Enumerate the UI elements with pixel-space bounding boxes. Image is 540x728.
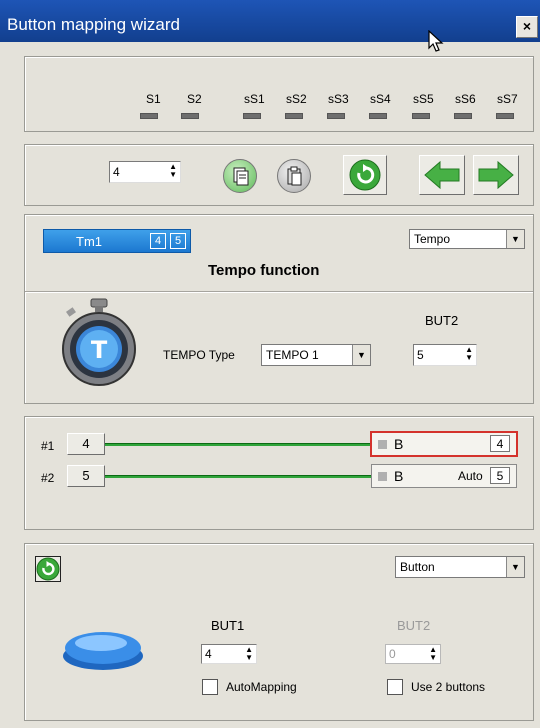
tempo-type-label: TEMPO Type — [163, 348, 235, 362]
status-label-ss3: sS3 — [328, 92, 349, 106]
mapping-row-2-label: #2 — [41, 471, 55, 485]
section-divider — [25, 291, 533, 293]
mode-select[interactable]: Tempo ▼ — [409, 229, 525, 249]
mapping-row-2-button[interactable]: 5 — [67, 465, 105, 487]
tempo-type-select[interactable]: TEMPO 1 ▼ — [261, 344, 371, 366]
arrow-left-icon — [424, 160, 460, 190]
dropdown-arrow-icon: ▼ — [506, 230, 524, 248]
refresh-icon — [36, 557, 60, 581]
mapping-row-1-line — [105, 443, 371, 446]
button-panel: Button ▼ BUT1 4 ▲ ▼ AutoMapping BUT2 0 ▲ ▼… — [24, 543, 534, 721]
status-led-ss5 — [412, 113, 430, 119]
title-bar: Button mapping wizard × — [0, 0, 540, 42]
mapping-row-2-line — [105, 475, 371, 478]
type-select[interactable]: Button ▼ — [395, 556, 525, 578]
status-label-ss6: sS6 — [455, 92, 476, 106]
but2-label: BUT2 — [425, 313, 459, 328]
preset-value: 4 — [113, 165, 120, 179]
but2-disabled-spinner[interactable]: 0 ▲ ▼ — [385, 644, 441, 664]
mapping-row-1-target-label: B — [394, 436, 404, 452]
status-label-s2: S2 — [187, 92, 202, 106]
tempo-type-value: TEMPO 1 — [266, 348, 319, 362]
window-title: Button mapping wizard — [7, 15, 180, 34]
type-select-value: Button — [400, 560, 435, 574]
spinner-arrows-icon: ▲ ▼ — [465, 345, 473, 362]
dropdown-arrow-icon: ▼ — [352, 345, 370, 365]
status-led-ss4 — [369, 113, 387, 119]
next-button[interactable] — [473, 155, 519, 195]
but2-disabled-value: 0 — [389, 647, 396, 661]
close-button[interactable]: × — [516, 16, 538, 38]
copy-icon — [233, 167, 249, 186]
mapping-row-2-target-label: B — [394, 468, 404, 484]
toolbar-panel: 4 ▲ ▼ — [24, 144, 534, 206]
mapping-panel: #1 4 B 4 #2 5 B Auto 5 — [24, 416, 534, 530]
status-led-ss1 — [243, 113, 261, 119]
but2-value: 5 — [417, 348, 424, 362]
status-led-ss6 — [454, 113, 472, 119]
spinner-arrows-icon: ▲ ▼ — [169, 162, 177, 179]
mode-select-value: Tempo — [414, 232, 451, 246]
function-heading: Tempo function — [208, 262, 320, 279]
spinner-arrows-icon: ▲ ▼ — [245, 645, 253, 662]
spinner-arrows-icon: ▲ ▼ — [429, 645, 437, 662]
refresh-icon — [349, 159, 381, 191]
preset-spinner[interactable]: 4 ▲ ▼ — [109, 161, 181, 183]
previous-button[interactable] — [419, 155, 465, 195]
status-label-s1: S1 — [146, 92, 161, 106]
automapping-label: AutoMapping — [226, 680, 297, 694]
mapping-row-1-button[interactable]: 4 — [67, 433, 105, 455]
mapping-row-2-target[interactable]: B Auto 5 — [371, 464, 517, 488]
status-panel: S1 S2 sS1 sS2 sS3 sS4 sS5 sS6 sS7 — [24, 56, 534, 132]
copy-button[interactable] — [223, 159, 257, 193]
status-label-ss5: sS5 — [413, 92, 434, 106]
but2-spinner[interactable]: 5 ▲ ▼ — [413, 344, 477, 366]
status-led-ss7 — [496, 113, 514, 119]
mapping-row-1-value: 4 — [490, 435, 510, 452]
automapping-checkbox[interactable] — [202, 679, 218, 695]
status-label-ss1: sS1 — [244, 92, 265, 106]
use-2-buttons-label: Use 2 buttons — [411, 680, 486, 694]
status-led-ss3 — [327, 113, 345, 119]
mapping-row-2-value: 5 — [490, 467, 510, 484]
tab-label: Tm1 — [76, 234, 102, 249]
status-label-ss4: sS4 — [370, 92, 391, 106]
mouse-cursor-icon — [428, 30, 444, 52]
tab-badge-2: 5 — [170, 233, 186, 249]
square-icon — [378, 472, 387, 481]
status-led-s2 — [181, 113, 199, 119]
status-led-ss2 — [285, 113, 303, 119]
but1-label: BUT1 — [211, 618, 245, 633]
push-button-icon — [63, 632, 143, 670]
mapping-row-2-auto: Auto — [458, 469, 483, 483]
reset-button[interactable] — [35, 556, 61, 582]
svg-text:T: T — [91, 336, 108, 364]
status-led-s1 — [140, 113, 158, 119]
function-panel: Tm1 4 5 Tempo ▼ Tempo function T TEMPO T… — [24, 214, 534, 404]
status-label-ss7: sS7 — [497, 92, 518, 106]
but1-value: 4 — [205, 647, 212, 661]
arrow-right-icon — [478, 160, 514, 190]
stopwatch-icon: T — [62, 298, 136, 386]
status-label-ss2: sS2 — [286, 92, 307, 106]
mapping-row-1-label: #1 — [41, 439, 55, 453]
paste-button[interactable] — [277, 159, 311, 193]
square-icon — [378, 440, 387, 449]
use-2-buttons-checkbox[interactable] — [387, 679, 403, 695]
but1-spinner[interactable]: 4 ▲ ▼ — [201, 644, 257, 664]
tab-tm1[interactable]: Tm1 4 5 — [43, 229, 191, 253]
tab-badge-1: 4 — [150, 233, 166, 249]
refresh-button[interactable] — [343, 155, 387, 195]
mapping-row-1-target[interactable]: B 4 — [370, 431, 518, 457]
but2-disabled-label: BUT2 — [397, 618, 431, 633]
dropdown-arrow-icon: ▼ — [506, 557, 524, 577]
paste-icon — [287, 166, 302, 186]
